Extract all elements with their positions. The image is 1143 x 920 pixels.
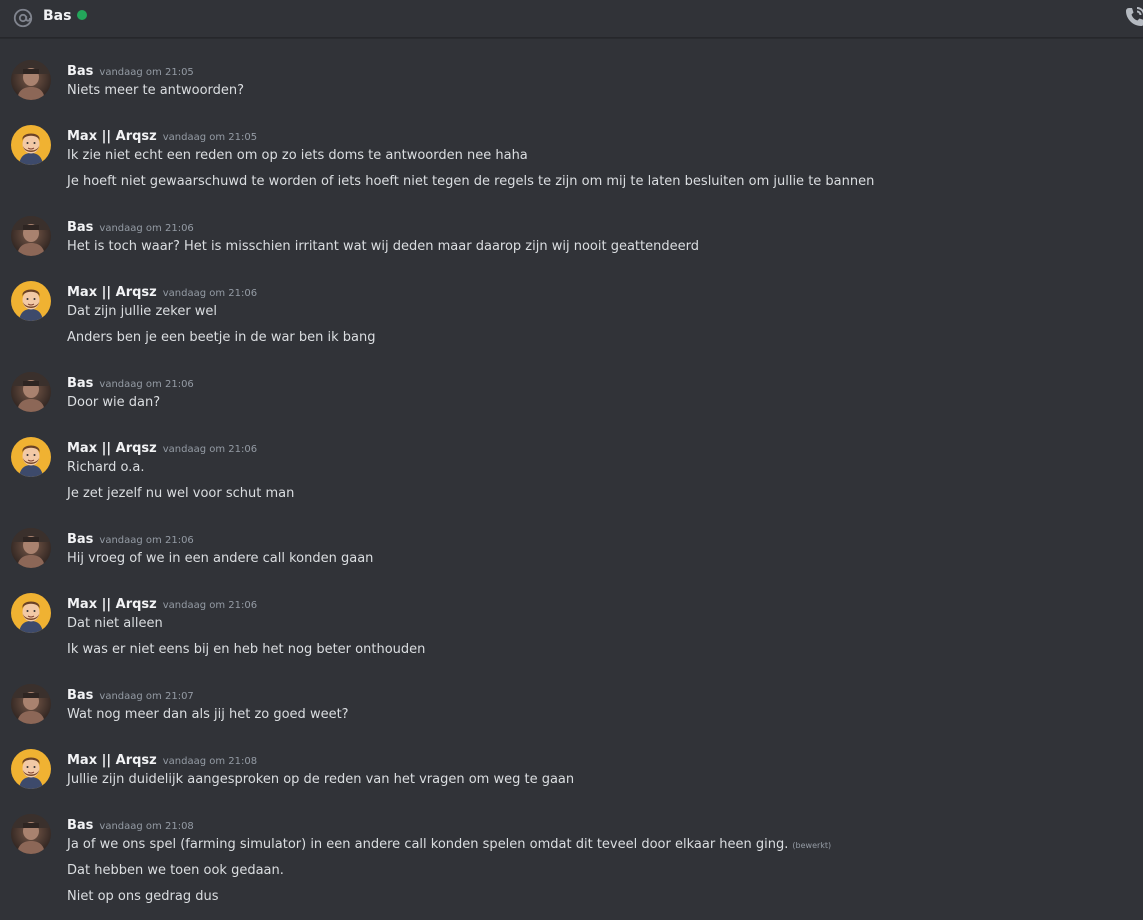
message-group: Bas vandaag om 21:08 Ja of we ons spel (fa…: [0, 814, 1143, 920]
message-content: Hij vroeg of we in een andere call konde…: [67, 551, 374, 566]
message-text: Richard o.a.: [67, 458, 144, 478]
timestamp: vandaag om 21:08: [99, 821, 194, 832]
author-name[interactable]: Max || Arqsz: [67, 285, 157, 300]
message-text: Ik was er niet eens bij en heb het nog b…: [67, 640, 425, 660]
author-name[interactable]: Bas: [67, 64, 93, 79]
avatar[interactable]: [11, 281, 51, 321]
avatar[interactable]: [11, 593, 51, 633]
timestamp: vandaag om 21:06: [162, 444, 258, 455]
message-content: Dat hebben we toen ook gedaan.: [67, 863, 284, 878]
message-text: Je zet jezelf nu wel voor schut man: [67, 484, 294, 504]
avatar[interactable]: [11, 749, 51, 789]
message-header: Max || Arqsz vandaag om 21:06: [67, 593, 257, 613]
message-text: Ik zie niet echt een reden om op zo iets…: [67, 146, 528, 166]
timestamp: vandaag om 21:06: [99, 223, 194, 234]
voice-call-icon[interactable]: [1123, 5, 1143, 29]
message-header: Max || Arqsz vandaag om 21:06: [67, 281, 257, 301]
message-content: Dat niet alleen: [67, 616, 163, 631]
timestamp: vandaag om 21:06: [99, 535, 194, 546]
message-content: Anders ben je een beetje in de war ben i…: [67, 330, 376, 345]
message-text: Het is toch waar? Het is misschien irrit…: [67, 237, 699, 257]
message-text: Niet op ons gedrag dus: [67, 887, 218, 907]
message-header: Bas vandaag om 21:05: [67, 60, 194, 80]
author-name[interactable]: Max || Arqsz: [67, 597, 157, 612]
avatar[interactable]: [11, 60, 51, 100]
message-text: Door wie dan?: [67, 393, 160, 413]
author-name[interactable]: Bas: [67, 376, 93, 391]
message-content: Je hoeft niet gewaarschuwd te worden of …: [67, 174, 875, 189]
author-name[interactable]: Max || Arqsz: [67, 753, 157, 768]
timestamp: vandaag om 21:06: [99, 379, 194, 390]
timestamp: vandaag om 21:06: [162, 600, 258, 611]
message-group: Bas vandaag om 21:07 Wat nog meer dan als …: [0, 684, 1143, 752]
author-name[interactable]: Max || Arqsz: [67, 441, 157, 456]
timestamp: vandaag om 21:06: [162, 288, 258, 299]
message-text: Dat niet alleen: [67, 614, 163, 634]
message-text: Wat nog meer dan als jij het zo goed wee…: [67, 705, 349, 725]
message-content: Door wie dan?: [67, 395, 161, 410]
timestamp: vandaag om 21:07: [99, 691, 194, 702]
message-content: Jullie zijn duidelijk aangesproken op de…: [67, 772, 575, 787]
avatar[interactable]: [11, 216, 51, 256]
message-header: Bas vandaag om 21:07: [67, 684, 194, 704]
message-group: Max || Arqsz vandaag om 21:06 Dat niet all…: [0, 593, 1143, 687]
message-content: Ik zie niet echt een reden om op zo iets…: [67, 148, 528, 163]
avatar[interactable]: [11, 372, 51, 412]
message-content: Je zet jezelf nu wel voor schut man: [67, 486, 295, 501]
message-text: Jullie zijn duidelijk aangesproken op de…: [67, 770, 574, 790]
message-list: Bas vandaag om 21:05 Niets meer te antwoor…: [0, 39, 1143, 920]
at-icon: [13, 8, 33, 28]
author-name[interactable]: Bas: [67, 818, 93, 833]
author-name[interactable]: Bas: [67, 532, 93, 547]
message-header: Max || Arqsz vandaag om 21:08: [67, 749, 257, 769]
message-header: Bas vandaag om 21:06: [67, 372, 194, 392]
message-text: Je hoeft niet gewaarschuwd te worden of …: [67, 172, 874, 192]
avatar[interactable]: [11, 125, 51, 165]
message-header: Bas vandaag om 21:06: [67, 528, 194, 548]
avatar[interactable]: [11, 814, 51, 854]
edited-label: (bewerkt): [792, 841, 832, 850]
message-group: Max || Arqsz vandaag om 21:05 Ik zie niet …: [0, 125, 1143, 219]
channel-header: Bas: [0, 0, 1143, 38]
page-title: Bas: [43, 8, 72, 24]
message-header: Max || Arqsz vandaag om 21:06: [67, 437, 257, 457]
message-content: Niets meer te antwoorden?: [67, 83, 245, 98]
timestamp: vandaag om 21:05: [162, 132, 258, 143]
message-content: Dat zijn jullie zeker wel: [67, 304, 218, 319]
message-content: Ja of we ons spel (farming simulator) in…: [67, 837, 789, 852]
timestamp: vandaag om 21:08: [162, 756, 258, 767]
online-status-dot: [77, 10, 87, 20]
author-name[interactable]: Max || Arqsz: [67, 129, 157, 144]
message-content: Het is toch waar? Het is misschien irrit…: [67, 239, 699, 254]
avatar[interactable]: [11, 528, 51, 568]
message-text: Anders ben je een beetje in de war ben i…: [67, 328, 376, 348]
timestamp: vandaag om 21:05: [99, 67, 194, 78]
message-text: Niets meer te antwoorden?: [67, 81, 244, 101]
message-group: Max || Arqsz vandaag om 21:06 Richard o.a.…: [0, 437, 1143, 531]
message-group: Max || Arqsz vandaag om 21:08 Jullie zijn …: [0, 749, 1143, 817]
message-group: Bas vandaag om 21:05 Niets meer te antwoor…: [0, 60, 1143, 128]
message-group: Bas vandaag om 21:06 Door wie dan?: [0, 372, 1143, 440]
avatar[interactable]: [11, 437, 51, 477]
message-header: Bas vandaag om 21:06: [67, 216, 194, 236]
message-content: Wat nog meer dan als jij het zo goed wee…: [67, 707, 349, 722]
message-content: Ik was er niet eens bij en heb het nog b…: [67, 642, 426, 657]
avatar[interactable]: [11, 684, 51, 724]
message-text: Ja of we ons spel (farming simulator) in…: [67, 835, 831, 856]
message-text: Dat hebben we toen ook gedaan.: [67, 861, 284, 881]
author-name[interactable]: Bas: [67, 220, 93, 235]
message-content: Richard o.a.: [67, 460, 145, 475]
message-group: Bas vandaag om 21:06 Het is toch waar? Het…: [0, 216, 1143, 284]
message-header: Bas vandaag om 21:08: [67, 814, 194, 834]
author-name[interactable]: Bas: [67, 688, 93, 703]
message-header: Max || Arqsz vandaag om 21:05: [67, 125, 257, 145]
message-text: Hij vroeg of we in een andere call konde…: [67, 549, 373, 569]
message-group: Bas vandaag om 21:06 Hij vroeg of we in ee…: [0, 528, 1143, 596]
message-text: Dat zijn jullie zeker wel: [67, 302, 217, 322]
message-group: Max || Arqsz vandaag om 21:06 Dat zijn jul…: [0, 281, 1143, 375]
message-content: Niet op ons gedrag dus: [67, 889, 219, 904]
